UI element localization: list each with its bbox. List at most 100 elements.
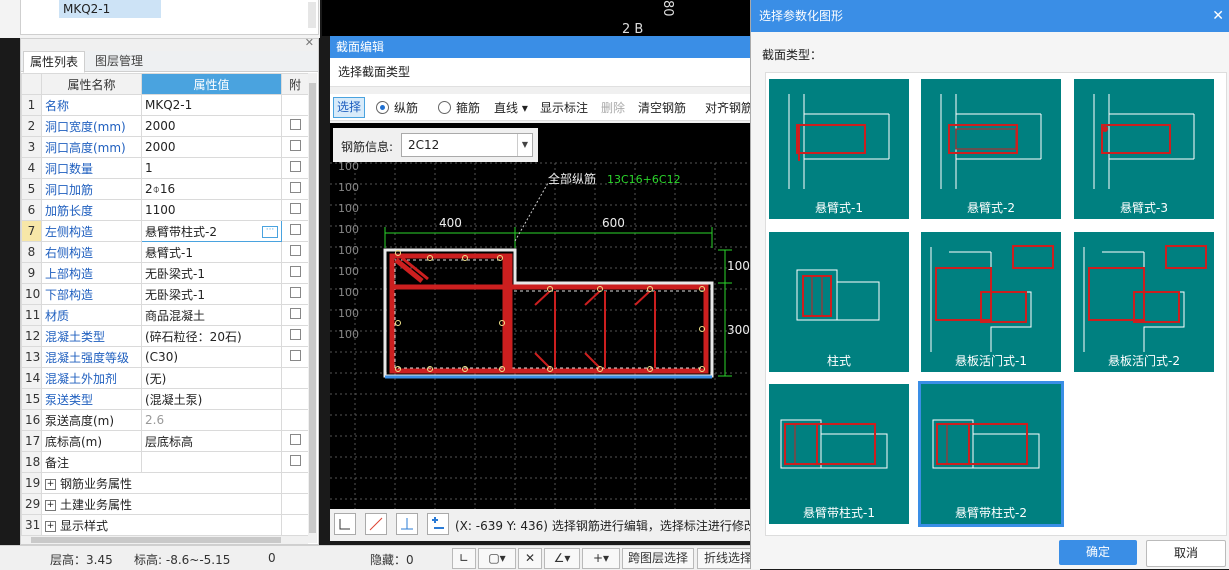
annot-all-rebar[interactable]: 全部纵筋 — [548, 171, 596, 186]
table-row[interactable]: 13 混凝土强度等级 (C30) — [21, 346, 309, 368]
chevron-down-icon[interactable]: ▼ — [517, 134, 532, 156]
property-value[interactable]: 1 — [141, 157, 282, 179]
dim-600[interactable]: 600 — [602, 216, 625, 230]
cross-icon[interactable]: ✕ — [518, 548, 542, 569]
table-row[interactable]: 8 右侧构造 悬臂式-1 — [21, 241, 309, 263]
table-row[interactable]: 15 泵送类型 (混凝土泵) — [21, 388, 309, 410]
add-point-icon[interactable] — [427, 513, 449, 535]
attach-checkbox[interactable] — [289, 245, 301, 256]
hscroll-thumb[interactable] — [31, 537, 281, 543]
dim-300[interactable]: 300 — [727, 323, 750, 337]
table-row[interactable]: 2 洞口宽度(mm) 2000 — [21, 115, 309, 137]
rebar-point[interactable] — [395, 320, 401, 326]
attach-checkbox[interactable] — [289, 224, 301, 235]
property-value[interactable]: 无卧梁式-1 — [141, 283, 282, 305]
table-row[interactable]: 31 + 显示样式 — [21, 514, 309, 536]
show-label-button[interactable]: 显示标注 — [540, 99, 588, 116]
expand-icon[interactable]: + — [45, 478, 56, 490]
rebar-info-value[interactable]: 2C12 — [408, 138, 439, 152]
table-row[interactable]: 1 名称 MKQ2-1 — [21, 94, 309, 116]
table-row[interactable]: 9 上部构造 无卧梁式-1 — [21, 262, 309, 284]
ellipsis-button-icon[interactable]: ··· — [262, 225, 278, 238]
property-value[interactable]: 层底标高 — [141, 430, 282, 452]
table-row[interactable]: 17 底标高(m) 层底标高 — [21, 430, 309, 452]
property-value[interactable]: 悬臂带柱式-2 ··· — [141, 220, 282, 242]
cancel-button[interactable]: 取消 — [1146, 540, 1226, 567]
shape-option[interactable]: 悬臂式-1 — [769, 79, 909, 219]
diagonal-icon[interactable] — [365, 513, 387, 535]
vertical-scrollbar[interactable] — [308, 73, 317, 543]
expand-icon[interactable]: + — [45, 499, 56, 511]
table-row[interactable]: 29 + 土建业务属性 — [21, 493, 309, 515]
table-row[interactable]: 7 左侧构造 悬臂带柱式-2 ··· — [21, 220, 309, 242]
annot-rebar-value[interactable]: 13C16+6C12 — [607, 173, 681, 186]
rebar-info-select[interactable]: 2C12 ▼ — [401, 133, 533, 157]
scroll-thumb[interactable] — [309, 83, 316, 533]
property-value[interactable]: 悬臂式-1 — [141, 241, 282, 263]
attach-checkbox[interactable] — [289, 308, 301, 319]
dim-400[interactable]: 400 — [439, 216, 462, 230]
align-rebar-button[interactable]: 对齐钢筋 — [705, 99, 753, 116]
ok-button[interactable]: 确定 — [1059, 540, 1137, 565]
attach-checkbox[interactable] — [289, 350, 301, 361]
attach-checkbox[interactable] — [289, 140, 301, 151]
shape-option[interactable]: 悬板活门式-1 — [921, 232, 1061, 372]
shape-option[interactable]: 悬臂式-2 — [921, 79, 1061, 219]
table-row[interactable]: 12 混凝土类型 (碎石粒径：20石) — [21, 325, 309, 347]
attach-checkbox[interactable] — [289, 119, 301, 130]
attach-checkbox[interactable] — [289, 203, 301, 214]
select-tool-button[interactable]: 选择 — [333, 97, 365, 118]
group-row-label[interactable]: + 钢筋业务属性 — [41, 472, 282, 494]
table-row[interactable]: 5 洞口加筋 2⌽16 — [21, 178, 309, 200]
shape-option[interactable]: 柱式 — [769, 232, 909, 372]
property-value[interactable]: 2⌽16 — [141, 178, 282, 200]
tab-layer-manage[interactable]: 图层管理 — [89, 51, 149, 71]
property-value[interactable]: (碎石粒径：20石) — [141, 325, 282, 347]
shape-option[interactable]: 悬板活门式-2 — [1074, 232, 1214, 372]
section-drawing[interactable]: 100100100100100100100100100 400 600 100 … — [330, 123, 755, 509]
property-value[interactable]: (混凝土泵) — [141, 388, 282, 410]
property-value[interactable] — [141, 451, 282, 473]
component-list[interactable]: MKQ2-1 — [20, 0, 319, 35]
table-row[interactable]: 11 材质 商品混凝土 — [21, 304, 309, 326]
radio-stirrup[interactable]: 箍筋 — [438, 99, 480, 116]
list-item-selected[interactable]: MKQ2-1 — [59, 0, 161, 18]
select-mode-icon[interactable]: ▢▾ — [478, 548, 516, 569]
snap-icon[interactable]: ∟ — [452, 548, 476, 569]
dim-100[interactable]: 100 — [727, 259, 750, 273]
table-row[interactable]: 18 备注 — [21, 451, 309, 473]
property-value[interactable]: MKQ2-1 — [141, 94, 282, 116]
tab-property-list[interactable]: 属性列表 — [23, 51, 86, 73]
angle-icon[interactable]: ∠▾ — [544, 548, 580, 569]
table-row[interactable]: 14 混凝土外加剂 (无) — [21, 367, 309, 389]
table-row[interactable]: 16 泵送高度(m) 2.6 — [21, 409, 309, 431]
property-value[interactable]: 1100 — [141, 199, 282, 221]
shape-option[interactable]: 悬臂带柱式-1 — [769, 384, 909, 524]
offset-icon[interactable]: +▾ — [582, 548, 620, 569]
list-scrollbar[interactable] — [308, 2, 316, 28]
table-row[interactable]: 3 洞口高度(mm) 2000 — [21, 136, 309, 158]
clear-rebar-button[interactable]: 清空钢筋 — [638, 99, 686, 116]
line-tool-dropdown[interactable]: 直线 ▾ — [494, 99, 528, 116]
table-row[interactable]: 4 洞口数量 1 — [21, 157, 309, 179]
horizontal-scrollbar[interactable] — [21, 536, 308, 544]
shape-option[interactable]: 悬臂式-3 — [1074, 79, 1214, 219]
delete-button[interactable]: 删除 — [601, 99, 625, 116]
table-row[interactable]: 19 + 钢筋业务属性 — [21, 472, 309, 494]
ortho-icon[interactable] — [334, 513, 356, 535]
group-row-label[interactable]: + 土建业务属性 — [41, 493, 282, 515]
section-canvas[interactable]: 100 100 100 100 100 100 100 100 100 400 … — [330, 123, 755, 509]
attach-checkbox[interactable] — [289, 287, 301, 298]
select-section-type-link[interactable]: 选择截面类型 — [330, 58, 755, 87]
attach-checkbox[interactable] — [289, 182, 301, 193]
property-value[interactable]: 2000 — [141, 115, 282, 137]
perpendicular-icon[interactable] — [396, 513, 418, 535]
property-value[interactable]: (C30) — [141, 346, 282, 368]
shape-option[interactable]: 悬臂带柱式-2 — [918, 381, 1064, 527]
attach-checkbox[interactable] — [289, 434, 301, 445]
table-row[interactable]: 10 下部构造 无卧梁式-1 — [21, 283, 309, 305]
expand-icon[interactable]: + — [45, 520, 56, 532]
table-row[interactable]: 6 加筋长度 1100 — [21, 199, 309, 221]
attach-checkbox[interactable] — [289, 161, 301, 172]
property-value[interactable]: 2000 — [141, 136, 282, 158]
